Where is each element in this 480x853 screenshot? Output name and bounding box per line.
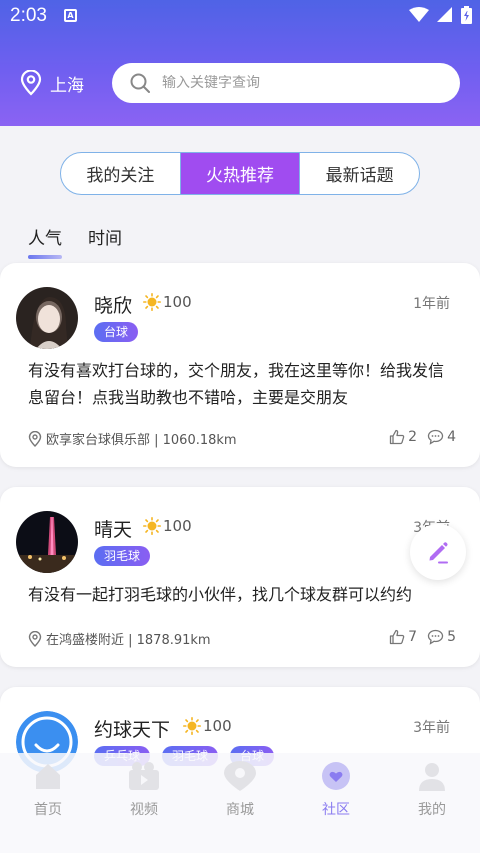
tab-latest-topics[interactable]: 最新话题	[299, 153, 419, 194]
post-stats: 7 5	[389, 629, 456, 645]
location-distance: 在鸿盛楼附近 | 1878.91km	[46, 633, 211, 648]
tag[interactable]: 台球	[94, 322, 139, 342]
comment-icon	[427, 429, 444, 445]
community-icon	[322, 762, 350, 790]
thumbs-up-icon	[390, 429, 405, 445]
tag[interactable]: 羽毛球	[94, 546, 151, 566]
post-card[interactable]: 晴天 100 3年前 羽毛球 有没有一起打羽毛球的小伙伴，找几个球友群可以约约 …	[0, 487, 480, 667]
username[interactable]: 约球天下	[94, 715, 170, 742]
post-content[interactable]: 有没有喜欢打台球的，交个朋友，我在这里等你！给我发信息留台！点我当助教也不错哈，…	[28, 357, 456, 411]
sun-level-icon	[183, 717, 201, 735]
tab-following[interactable]: 我的关注	[61, 153, 180, 194]
post-stats: 2 4	[389, 429, 456, 445]
pencil-icon	[429, 542, 448, 564]
header: 2:03 A 上海	[0, 0, 480, 126]
nav-label: 商城	[226, 802, 254, 818]
like-button[interactable]: 2	[389, 429, 417, 445]
username[interactable]: 晴天	[94, 515, 132, 542]
wifi-icon	[409, 7, 429, 22]
tag-list: 羽毛球	[94, 546, 151, 566]
nav-home[interactable]: 首页	[0, 753, 96, 853]
like-count: 7	[408, 629, 418, 645]
like-button[interactable]: 7	[389, 629, 417, 645]
nav-label: 我的	[418, 802, 446, 818]
comment-count: 4	[447, 429, 456, 445]
home-icon	[36, 764, 60, 789]
shop-icon	[224, 761, 256, 791]
nav-video[interactable]: 视频	[96, 753, 192, 853]
post-location: 欧享家台球俱乐部 | 1060.18km	[28, 429, 237, 448]
like-count: 2	[408, 429, 418, 445]
nav-community[interactable]: 社区	[288, 753, 384, 853]
sun-level-icon	[143, 517, 161, 535]
notification-icon: A	[64, 9, 77, 22]
nav-shop[interactable]: 商城	[192, 753, 288, 853]
tab-hot-recommend[interactable]: 火热推荐	[179, 153, 300, 194]
location-selector[interactable]: 上海	[20, 70, 84, 96]
status-bar: 2:03 A	[0, 0, 480, 32]
level-value: 100	[203, 717, 232, 735]
comment-button[interactable]: 5	[427, 629, 456, 645]
location-distance: 欧享家台球俱乐部 | 1060.18km	[46, 433, 237, 448]
search-icon	[130, 73, 150, 93]
sort-time[interactable]: 时间	[88, 224, 122, 249]
location-label: 上海	[50, 75, 84, 96]
comment-button[interactable]: 4	[427, 429, 456, 445]
comment-count: 5	[447, 629, 456, 645]
thumbs-up-icon	[390, 629, 405, 645]
level-value: 100	[163, 517, 192, 535]
feed-tabs: 我的关注 火热推荐 最新话题	[60, 152, 420, 195]
status-time: 2:03	[10, 5, 47, 26]
nav-label: 首页	[34, 802, 62, 818]
battery-icon	[461, 6, 472, 24]
compose-button[interactable]	[410, 524, 466, 580]
location-pin-icon	[28, 630, 42, 647]
post-card[interactable]: 晓欣 100 1年前 台球 有没有喜欢打台球的，交个朋友，我在这里等你！给我发信…	[0, 263, 480, 467]
location-pin-icon	[28, 430, 42, 447]
comment-icon	[427, 629, 444, 645]
video-icon	[129, 762, 159, 790]
search-input[interactable]	[162, 75, 412, 91]
profile-icon	[419, 763, 445, 791]
tag-list: 台球	[94, 322, 139, 342]
avatar[interactable]	[16, 287, 78, 349]
nav-label: 视频	[130, 802, 158, 818]
location-pin-icon	[20, 70, 42, 96]
sun-level-icon	[143, 293, 161, 311]
nav-profile[interactable]: 我的	[384, 753, 480, 853]
username[interactable]: 晓欣	[94, 291, 132, 318]
post-location: 在鸿盛楼附近 | 1878.91km	[28, 629, 211, 648]
post-time: 1年前	[413, 296, 450, 312]
sort-popular[interactable]: 人气	[28, 224, 62, 259]
avatar[interactable]	[16, 511, 78, 573]
nav-label: 社区	[322, 802, 350, 818]
level-value: 100	[163, 293, 192, 311]
post-content[interactable]: 有没有一起打羽毛球的小伙伴，找几个球友群可以约约	[28, 581, 456, 608]
status-icons	[409, 6, 472, 24]
search-bar[interactable]	[112, 63, 460, 103]
sort-options: 人气 时间	[28, 224, 122, 259]
bottom-nav: 首页 视频 商城 社区 我的	[0, 753, 480, 853]
post-time: 3年前	[413, 720, 450, 736]
signal-icon	[437, 7, 452, 22]
